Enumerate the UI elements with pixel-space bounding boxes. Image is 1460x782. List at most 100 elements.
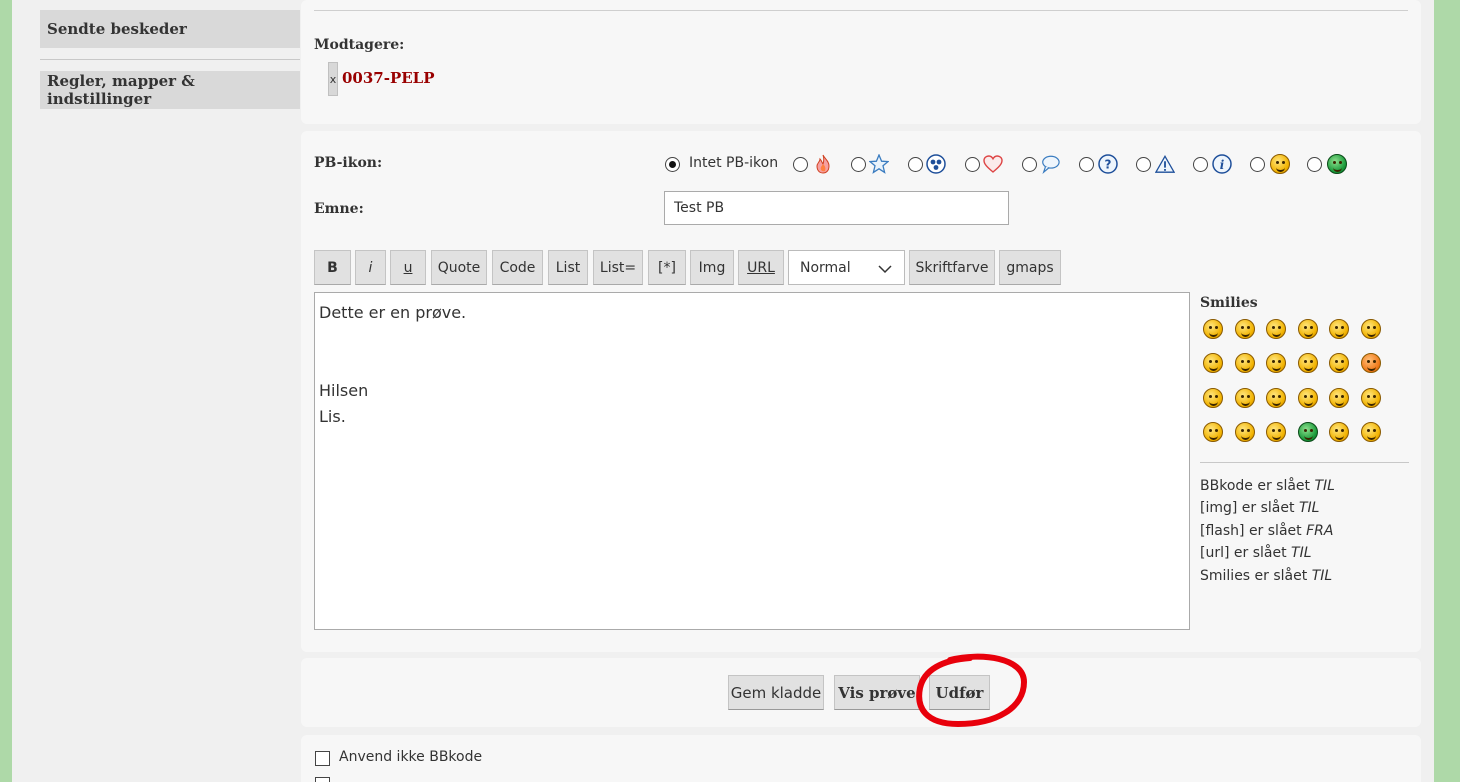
sidebar-item-rules-folders-settings[interactable]: Regler, mapper & indstillinger [40, 71, 300, 109]
list-button[interactable]: List [548, 250, 588, 285]
pm-icon-none-label: Intet PB-ikon [689, 155, 779, 171]
svg-text:i: i [1220, 158, 1225, 172]
img-status: [img] er slået TIL [1200, 500, 1319, 516]
smiley-question-icon[interactable] [1361, 388, 1381, 408]
chevron-down-icon [878, 262, 892, 278]
star-icon [869, 154, 889, 174]
remove-recipient-button[interactable]: x [328, 62, 338, 96]
smiley-lol-icon[interactable] [1266, 353, 1286, 373]
smiley-surprised-icon[interactable] [1329, 319, 1349, 339]
status-state: TIL [1311, 568, 1333, 584]
smiley-sad-icon[interactable] [1298, 319, 1318, 339]
url-button[interactable]: URL [738, 250, 784, 285]
font-color-label: Skriftfarve [915, 259, 989, 276]
img-button[interactable]: Img [690, 250, 734, 285]
smiley-smile-icon[interactable] [1235, 319, 1255, 339]
pm-icon-radio-green-grin[interactable] [1307, 157, 1322, 172]
smiley-wink-icon[interactable] [1266, 319, 1286, 339]
smiley-cry-icon[interactable] [1203, 388, 1223, 408]
smiley-evil-icon[interactable] [1235, 388, 1255, 408]
gmaps-button[interactable]: gmaps [999, 250, 1061, 285]
sidebar-item-sent-messages[interactable]: Sendte beskeder [40, 10, 300, 48]
img-label: Img [698, 259, 726, 276]
smiley-eek-icon[interactable] [1361, 319, 1381, 339]
message-line: Dette er en prøve. [319, 303, 467, 322]
panel-divider [314, 10, 1408, 11]
pm-icon-radio-speech-bubble[interactable] [1022, 157, 1037, 172]
message-line: Lis. [319, 407, 346, 426]
smiley-confused-icon[interactable] [1203, 353, 1223, 373]
preview-label: Vis prøve [838, 683, 916, 702]
smiley-mrgreen-icon[interactable] [1298, 422, 1318, 442]
smiley-arrow-icon[interactable] [1235, 422, 1255, 442]
smiley-ugeek-icon[interactable] [1361, 422, 1381, 442]
underline-button[interactable]: u [390, 250, 426, 285]
ordered-list-label: List= [599, 259, 637, 276]
pm-icon-radio-none[interactable] [665, 157, 680, 172]
highlight-circle [916, 653, 1028, 728]
next-option-checkbox[interactable] [315, 777, 330, 782]
smiley-rolleyes-icon[interactable] [1298, 388, 1318, 408]
disable-bbcode-checkbox[interactable] [315, 751, 330, 766]
pm-icon-radio-smiley[interactable] [1250, 157, 1265, 172]
smiley-exclaim-icon[interactable] [1329, 388, 1349, 408]
list-item-label: [*] [658, 259, 676, 276]
disable-bbcode-label: Anvend ikke BBkode [339, 749, 483, 765]
url-status: [url] er slået TIL [1200, 545, 1312, 561]
italic-label: i [368, 259, 373, 276]
question-icon: ? [1098, 154, 1118, 174]
heart-icon [983, 154, 1003, 174]
fire-icon [813, 154, 833, 174]
font-color-button[interactable]: Skriftfarve [909, 250, 995, 285]
code-label: Code [499, 259, 536, 276]
pm-icon-radio-star[interactable] [851, 157, 866, 172]
status-state: TIL [1314, 478, 1335, 494]
pm-icon-radio-question[interactable] [1079, 157, 1094, 172]
smiley-neutral-icon[interactable] [1266, 422, 1286, 442]
warning-icon [1155, 154, 1175, 174]
smiley-laugh-icon[interactable] [1203, 319, 1223, 339]
recipients-label: Modtagere: [314, 37, 405, 53]
subject-input[interactable] [664, 191, 1009, 225]
remove-icon: x [329, 72, 337, 86]
smiley-mad-icon[interactable] [1298, 353, 1318, 373]
font-size-select[interactable]: Normal [788, 250, 905, 285]
quote-button[interactable]: Quote [431, 250, 487, 285]
list-item-button[interactable]: [*] [648, 250, 686, 285]
message-line [319, 352, 1185, 378]
smilies-label: Smilies [1200, 295, 1258, 311]
save-draft-button[interactable]: Gem kladde [728, 675, 824, 710]
ordered-list-button[interactable]: List= [593, 250, 643, 285]
pm-icon-radio-fire[interactable] [793, 157, 808, 172]
save-draft-label: Gem kladde [730, 683, 822, 702]
smiley-geek-icon[interactable] [1329, 422, 1349, 442]
pm-icon-radio-radioactive[interactable] [908, 157, 923, 172]
bold-label: B [327, 259, 338, 276]
recipient-name[interactable]: 0037-PELP [342, 69, 435, 87]
preview-button[interactable]: Vis prøve [834, 675, 920, 710]
quote-label: Quote [437, 259, 481, 276]
bold-button[interactable]: B [314, 250, 351, 285]
message-line [319, 326, 1185, 352]
status-text: [flash] er slået [1200, 523, 1307, 539]
italic-button[interactable]: i [355, 250, 386, 285]
smiley-twisted-icon[interactable] [1266, 388, 1286, 408]
status-text: Smilies er slået [1200, 568, 1312, 584]
code-button[interactable]: Code [492, 250, 543, 285]
list-label: List [555, 259, 581, 276]
status-state: TIL [1298, 500, 1320, 516]
message-textarea[interactable]: Dette er en prøve. Hilsen Lis. [314, 292, 1190, 630]
smiley-redface-icon[interactable] [1361, 353, 1381, 373]
message-line: Hilsen [319, 381, 369, 400]
smiley-razz-icon[interactable] [1329, 353, 1349, 373]
pm-icon-radio-heart[interactable] [965, 157, 980, 172]
status-text: [img] er slået [1200, 500, 1299, 516]
pm-icon-radio-warning[interactable] [1136, 157, 1151, 172]
pm-icon-radio-info[interactable] [1193, 157, 1208, 172]
smiley-idea-icon[interactable] [1203, 422, 1223, 442]
url-label: URL [747, 259, 775, 276]
info-icon: i [1212, 154, 1232, 174]
smiley-cool-icon[interactable] [1235, 353, 1255, 373]
smilies-status: Smilies er slået TIL [1200, 568, 1332, 584]
status-text: [url] er slået [1200, 545, 1292, 561]
